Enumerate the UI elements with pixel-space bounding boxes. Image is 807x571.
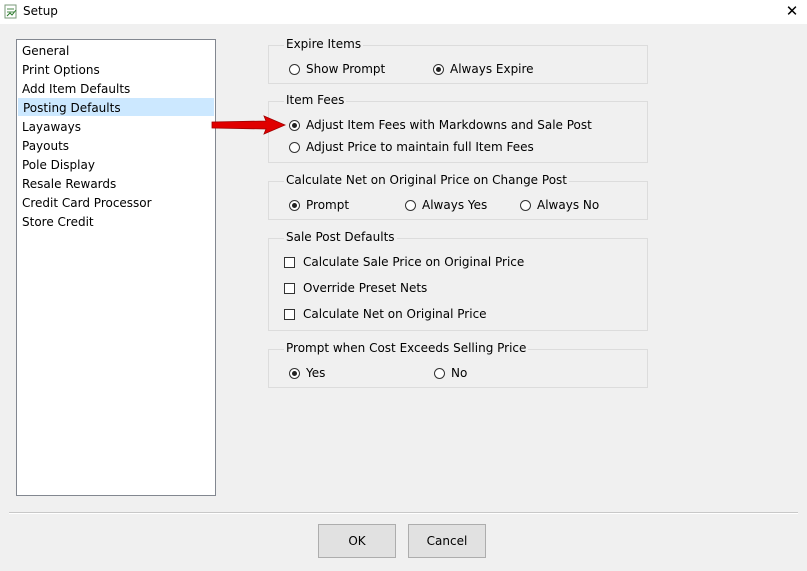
radio-circle-icon bbox=[434, 367, 445, 379]
checkbox-label: Calculate Net on Original Price bbox=[303, 307, 487, 321]
list-item-layaways[interactable]: Layaways bbox=[18, 118, 214, 136]
checkbox-icon bbox=[284, 282, 295, 294]
list-item-resale-rewards[interactable]: Resale Rewards bbox=[18, 175, 214, 193]
radio-checked-icon bbox=[289, 367, 300, 379]
list-item-credit-card-processor[interactable]: Credit Card Processor bbox=[18, 194, 214, 212]
category-list[interactable]: General Print Options Add Item Defaults … bbox=[16, 39, 216, 496]
list-item-payouts[interactable]: Payouts bbox=[18, 137, 214, 155]
checkbox-override-preset-nets[interactable]: Override Preset Nets bbox=[284, 281, 427, 295]
group-title: Calculate Net on Original Price on Chang… bbox=[284, 173, 569, 187]
sale-post-defaults-group: Sale Post Defaults Calculate Sale Price … bbox=[268, 230, 648, 331]
red-arrow-icon bbox=[211, 115, 286, 135]
radio-label: Always No bbox=[537, 198, 600, 212]
checkbox-calc-sale-price[interactable]: Calculate Sale Price on Original Price bbox=[284, 255, 524, 269]
setup-app-icon bbox=[4, 4, 18, 19]
checkbox-icon bbox=[284, 308, 295, 320]
radio-checked-icon bbox=[289, 119, 300, 131]
radio-circle-icon bbox=[520, 199, 531, 211]
checkbox-label: Override Preset Nets bbox=[303, 281, 428, 295]
radio-label: Always Expire bbox=[450, 62, 534, 76]
footer-separator bbox=[9, 512, 798, 514]
close-icon[interactable]: ✕ bbox=[784, 2, 800, 20]
radio-circle-icon bbox=[289, 63, 300, 75]
radio-circle-icon bbox=[405, 199, 416, 211]
checkbox-calc-net[interactable]: Calculate Net on Original Price bbox=[284, 307, 487, 321]
radio-no[interactable]: No bbox=[434, 366, 467, 380]
radio-adjust-price[interactable]: Adjust Price to maintain full Item Fees bbox=[289, 140, 534, 154]
calculate-net-group: Calculate Net on Original Price on Chang… bbox=[268, 173, 648, 220]
list-item-add-item-defaults[interactable]: Add Item Defaults bbox=[18, 80, 214, 98]
item-fees-group: Item Fees Adjust Item Fees with Markdown… bbox=[268, 93, 648, 163]
radio-label: Always Yes bbox=[422, 198, 488, 212]
radio-label: Adjust Item Fees with Markdowns and Sale… bbox=[306, 118, 592, 132]
radio-circle-icon bbox=[289, 141, 300, 153]
expire-items-group: Expire Items Show Prompt Always Expire bbox=[268, 37, 648, 84]
radio-label: Adjust Price to maintain full Item Fees bbox=[306, 140, 534, 154]
radio-label: Prompt bbox=[306, 198, 350, 212]
ok-button[interactable]: OK bbox=[318, 524, 396, 558]
cancel-button[interactable]: Cancel bbox=[408, 524, 486, 558]
radio-checked-icon bbox=[433, 63, 444, 75]
group-title: Expire Items bbox=[284, 37, 364, 51]
radio-label: Show Prompt bbox=[306, 62, 386, 76]
title-bar: Setup ✕ bbox=[0, 0, 807, 24]
radio-always-expire[interactable]: Always Expire bbox=[433, 62, 534, 76]
group-title: Prompt when Cost Exceeds Selling Price bbox=[284, 341, 529, 355]
list-item-general[interactable]: General bbox=[18, 42, 214, 60]
radio-always-yes[interactable]: Always Yes bbox=[405, 198, 487, 212]
list-item-pole-display[interactable]: Pole Display bbox=[18, 156, 214, 174]
radio-show-prompt[interactable]: Show Prompt bbox=[289, 62, 385, 76]
radio-always-no[interactable]: Always No bbox=[520, 198, 599, 212]
group-title: Item Fees bbox=[284, 93, 347, 107]
cost-exceeds-group: Prompt when Cost Exceeds Selling Price Y… bbox=[268, 341, 648, 388]
checkbox-label: Calculate Sale Price on Original Price bbox=[303, 255, 525, 269]
radio-label: Yes bbox=[306, 366, 326, 380]
radio-prompt[interactable]: Prompt bbox=[289, 198, 349, 212]
radio-adjust-item-fees[interactable]: Adjust Item Fees with Markdowns and Sale… bbox=[289, 118, 592, 132]
radio-checked-icon bbox=[289, 199, 300, 211]
list-item-print-options[interactable]: Print Options bbox=[18, 61, 214, 79]
window-title: Setup bbox=[23, 4, 58, 18]
group-title: Sale Post Defaults bbox=[284, 230, 397, 244]
list-item-posting-defaults[interactable]: Posting Defaults bbox=[18, 98, 214, 116]
checkbox-icon bbox=[284, 256, 295, 268]
list-item-store-credit[interactable]: Store Credit bbox=[18, 213, 214, 231]
radio-yes[interactable]: Yes bbox=[289, 366, 325, 380]
radio-label: No bbox=[451, 366, 468, 380]
